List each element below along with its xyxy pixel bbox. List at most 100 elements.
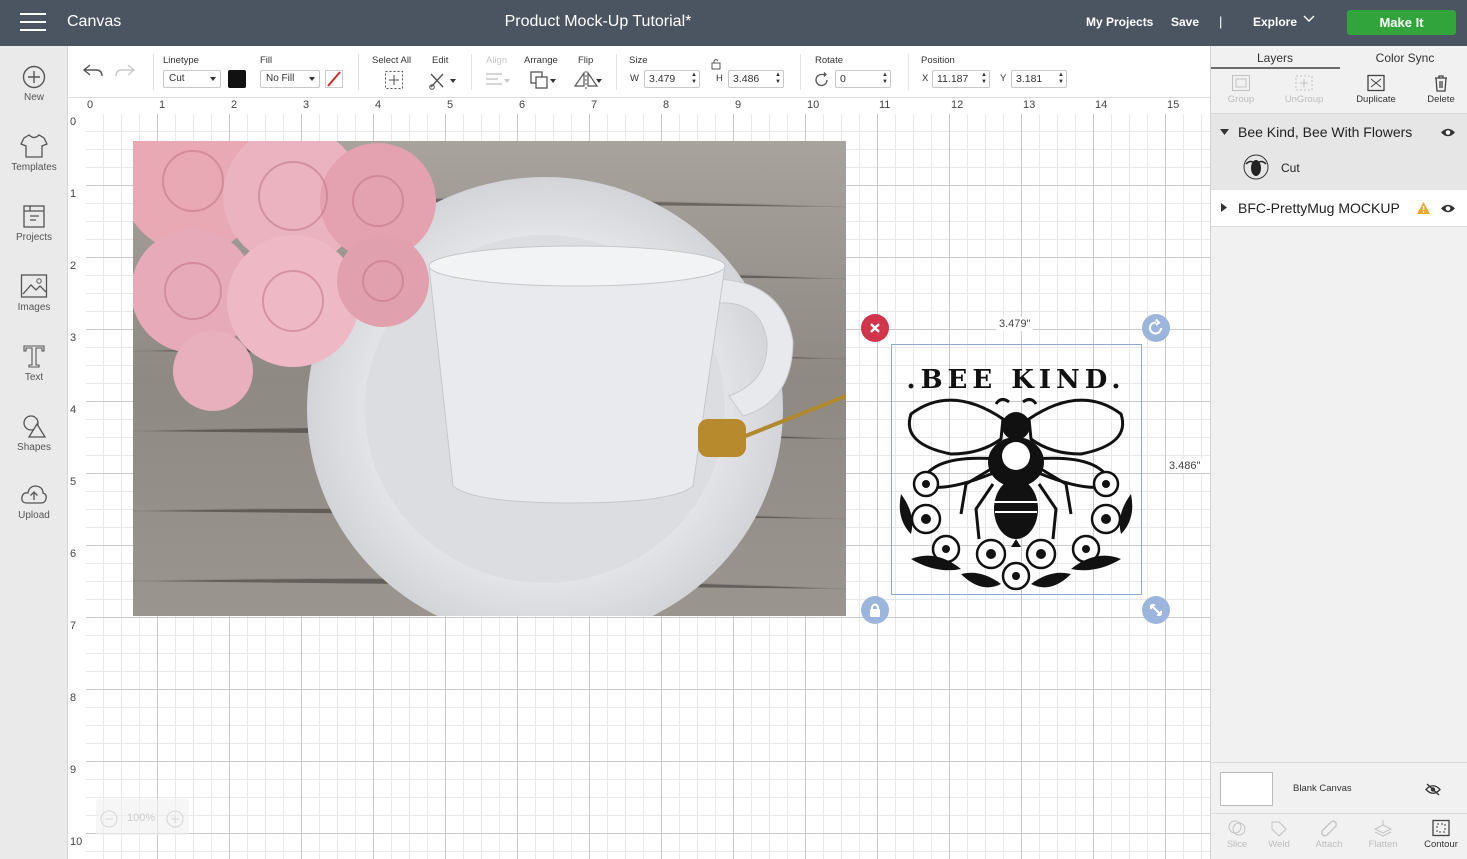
delete-label: Delete <box>1427 94 1455 105</box>
contour-button[interactable]: Contour <box>1415 819 1467 850</box>
rotate-handle[interactable] <box>1142 314 1170 342</box>
ruler-tick-label: 5 <box>447 99 454 111</box>
resize-handle[interactable] <box>1142 596 1170 624</box>
eye-icon[interactable] <box>1440 203 1456 214</box>
x-prefix: X <box>922 73 929 84</box>
redo-icon[interactable] <box>114 62 136 80</box>
layer-actions: Group UnGroup Duplicate Delete <box>1211 70 1467 114</box>
upload-cloud-icon <box>21 485 47 504</box>
align-label: Align <box>486 55 508 66</box>
tab-layers[interactable]: Layers <box>1211 51 1339 65</box>
edit-tools-icon[interactable] <box>428 70 458 90</box>
ruler-tick-label: 9 <box>70 764 77 776</box>
sidebar-item-templates[interactable]: Templates <box>0 133 68 173</box>
select-all-icon[interactable] <box>384 70 404 90</box>
height-input[interactable]: 3.486 ▲ ▼ <box>728 70 784 88</box>
my-projects-link[interactable]: My Projects <box>1086 15 1153 29</box>
tab-color-sync[interactable]: Color Sync <box>1341 51 1467 65</box>
mug-mockup-photo[interactable] <box>133 141 846 616</box>
layer-name: Bee Kind, Bee With Flowers <box>1238 124 1413 140</box>
toolbar-divider <box>153 54 154 90</box>
flatten-icon <box>1373 820 1393 837</box>
chevron-down-icon[interactable] <box>1303 14 1315 26</box>
flip-icon[interactable] <box>573 70 603 90</box>
height-prefix: H <box>716 73 723 84</box>
toolbar-divider <box>616 54 617 90</box>
plus-circle-icon <box>166 810 184 828</box>
arrange-icon[interactable] <box>529 70 557 90</box>
edit-label: Edit <box>432 55 449 66</box>
selection-height-label: 3.486" <box>1166 459 1204 473</box>
flatten-button[interactable]: Flatten <box>1357 819 1409 850</box>
ruler-tick-label: 11 <box>879 99 891 111</box>
fill-label: Fill <box>260 55 273 66</box>
blank-canvas-swatch[interactable] <box>1220 772 1273 806</box>
ruler-tick-label: 9 <box>735 99 742 111</box>
bottom-actions: Slice Weld Attach Flatten Contour <box>1211 815 1467 859</box>
weld-button[interactable]: Weld <box>1253 819 1305 850</box>
blank-canvas-row[interactable]: Blank Canvas <box>1211 762 1467 814</box>
sidebar-item-projects[interactable]: Projects <box>0 203 68 243</box>
layer-item-cut[interactable]: Cut <box>1211 150 1467 184</box>
ruler-tick-label: 4 <box>375 99 382 111</box>
paperclip-icon <box>1321 820 1337 837</box>
sidebar-item-label: Text <box>24 372 44 383</box>
delete-handle[interactable] <box>861 314 889 342</box>
lock-icon <box>870 603 880 617</box>
sidebar-item-images[interactable]: Images <box>0 273 68 313</box>
ruler-tick-label: 10 <box>70 836 83 848</box>
sidebar-item-label: New <box>23 92 44 103</box>
ruler-tick-label: 2 <box>231 99 238 111</box>
y-prefix: Y <box>1000 73 1007 84</box>
zoom-in-button[interactable] <box>166 810 184 831</box>
tshirt-icon <box>20 134 48 158</box>
ruler-tick-label: 0 <box>87 99 94 111</box>
linetype-select[interactable]: Cut <box>163 70 221 88</box>
sidebar-item-new[interactable]: New <box>0 65 68 103</box>
eye-icon[interactable] <box>1440 127 1456 138</box>
no-fill-swatch-icon[interactable] <box>325 70 343 88</box>
bee-kind-design[interactable]: .BEE KIND. <box>891 344 1142 595</box>
lock-aspect-icon[interactable] <box>711 58 721 70</box>
y-position-input[interactable]: 3.181 ▲ ▼ <box>1011 70 1067 88</box>
rotate-input[interactable]: 0 ▲ ▼ <box>835 70 891 88</box>
group-button[interactable]: Group <box>1211 74 1271 105</box>
fill-select[interactable]: No Fill <box>260 70 320 88</box>
save-button[interactable]: Save <box>1171 15 1199 29</box>
arrange-label: Arrange <box>524 55 558 66</box>
eye-hidden-icon[interactable] <box>1425 783 1441 796</box>
attach-button[interactable]: Attach <box>1303 819 1355 850</box>
ungroup-button[interactable]: UnGroup <box>1274 74 1334 105</box>
blank-canvas-label: Blank Canvas <box>1293 783 1352 794</box>
duplicate-button[interactable]: Duplicate <box>1346 74 1406 105</box>
zoom-control: 100% <box>96 799 189 835</box>
duplicate-icon <box>1367 74 1385 92</box>
explore-menu[interactable]: Explore <box>1253 15 1297 29</box>
delete-button[interactable]: Delete <box>1411 74 1467 105</box>
weld-label: Weld <box>1268 839 1290 850</box>
linetype-color-swatch[interactable] <box>228 70 246 88</box>
design-canvas[interactable]: .BEE KIND. 3.479" 3.486" 100% <box>86 114 1210 859</box>
sidebar-item-text[interactable]: Text <box>0 343 68 383</box>
bee-layer-thumbnail-icon <box>1243 154 1269 180</box>
ruler-tick-label: 3 <box>303 99 310 111</box>
x-position-input[interactable]: 11.187 ▲ ▼ <box>932 70 990 88</box>
select-all-label: Select All <box>372 55 412 66</box>
projects-icon <box>23 205 45 228</box>
active-tab-indicator <box>1211 67 1340 69</box>
top-bar: Canvas Product Mock-Up Tutorial* My Proj… <box>0 0 1467 46</box>
lock-handle[interactable] <box>861 596 889 624</box>
caret-right-icon[interactable] <box>1221 203 1228 212</box>
shapes-icon <box>23 415 47 438</box>
caret-down-icon[interactable] <box>1220 129 1229 136</box>
zoom-out-button[interactable] <box>100 810 118 831</box>
align-icon[interactable] <box>484 70 512 90</box>
make-it-button[interactable]: Make It <box>1347 10 1456 35</box>
warning-icon[interactable] <box>1416 201 1431 215</box>
undo-icon[interactable] <box>82 62 104 80</box>
sidebar-item-shapes[interactable]: Shapes <box>0 413 68 453</box>
ruler-horizontal: 0 1 2 3 4 5 6 7 8 9 10 11 12 13 14 15 <box>86 98 1210 114</box>
width-input[interactable]: 3.479 ▲ ▼ <box>644 70 700 88</box>
document-title: Product Mock-Up Tutorial* <box>504 13 692 30</box>
sidebar-item-upload[interactable]: Upload <box>0 483 68 521</box>
